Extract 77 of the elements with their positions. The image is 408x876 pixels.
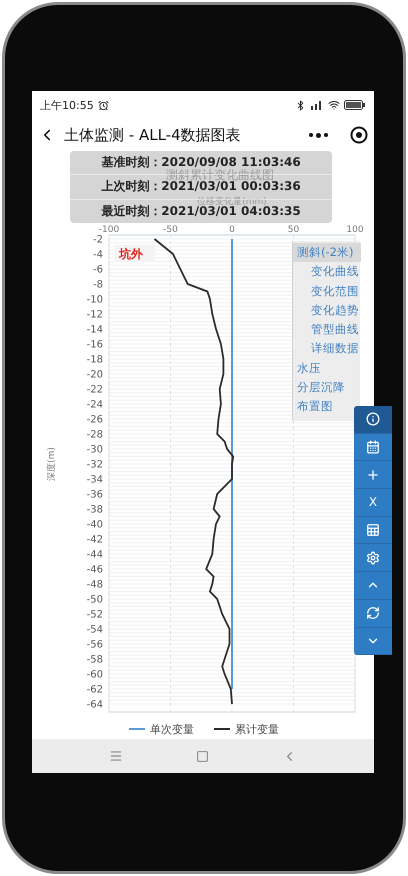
target-icon[interactable] <box>350 126 368 144</box>
settings-icon <box>366 550 380 565</box>
tool-button[interactable] <box>354 600 392 628</box>
y-tick-label: -58 <box>86 654 103 666</box>
legend-label: 单次变量 <box>150 723 194 736</box>
y-tick-label: -30 <box>86 444 103 456</box>
y-tick-label: -2 <box>93 234 103 246</box>
x-axis-label: 位移变化量(mm) <box>197 197 267 207</box>
y-axis-label: 深度(m) <box>47 447 57 481</box>
y-tick-label: -20 <box>86 370 103 380</box>
spreadsheet-icon <box>366 523 380 538</box>
tool-button[interactable] <box>354 406 392 434</box>
y-tick-label: -42 <box>86 534 103 546</box>
submenu-item[interactable]: 管型曲线 <box>293 320 359 340</box>
submenu-item[interactable]: 变化范围 <box>293 282 359 301</box>
tool-button[interactable] <box>354 434 392 462</box>
y-tick-label: -38 <box>86 504 103 516</box>
chart-title: 测斜累计变化曲线图 <box>166 168 274 182</box>
y-tick-label: -50 <box>86 594 103 606</box>
y-tick-label: -56 <box>86 640 103 650</box>
y-tick-label: -48 <box>86 580 103 590</box>
y-tick-label: -14 <box>86 324 103 336</box>
y-tick-label: -44 <box>86 550 103 560</box>
y-tick-label: -36 <box>86 490 103 500</box>
y-tick-label: -12 <box>86 310 103 320</box>
menu-icon[interactable] <box>108 749 123 763</box>
menu-item[interactable]: 分层沉降 <box>293 378 345 398</box>
y-tick-label: -22 <box>86 384 103 396</box>
status-time: 上午10:55 <box>40 98 94 112</box>
x-tick-label: 50 <box>288 225 300 235</box>
y-tick-label: -4 <box>93 250 103 260</box>
time-info: 基准时刻：2020/09/08 11:03:46 <box>101 156 301 170</box>
y-tick-label: -62 <box>86 684 103 696</box>
y-tick-label: -64 <box>86 700 103 710</box>
y-tick-label: -8 <box>93 280 103 290</box>
menu-item[interactable]: 测斜(-2米) <box>293 243 362 262</box>
submenu-item[interactable]: 详细数据 <box>293 339 359 359</box>
refresh-icon <box>366 606 380 620</box>
signal-icon <box>310 100 324 110</box>
time-info: 最近时刻：2021/03/01 04:03:35 <box>101 204 301 218</box>
alarm-icon <box>98 100 109 110</box>
home-icon[interactable] <box>196 750 209 762</box>
y-tick-label: -10 <box>86 294 103 306</box>
y-tick-label: -40 <box>86 520 103 530</box>
y-tick-label: -16 <box>86 340 103 350</box>
battery-icon <box>344 100 366 110</box>
y-tick-label: -46 <box>86 564 103 576</box>
calendar-icon <box>366 440 380 454</box>
y-tick-label: -34 <box>86 474 103 486</box>
y-tick-label: -26 <box>86 414 103 426</box>
info-icon <box>366 412 380 426</box>
submenu-item[interactable]: 变化趋势 <box>293 300 359 320</box>
zone-label: 坑外 <box>119 247 143 261</box>
x-tick-label: -100 <box>98 225 120 235</box>
legend-label: 累计变量 <box>235 723 279 736</box>
tool-button[interactable] <box>354 516 392 544</box>
menu-item[interactable]: 布置图 <box>293 397 333 417</box>
submenu-item[interactable]: 变化曲线 <box>293 262 359 282</box>
page-title: 土体监测 - ALL-4数据图表 <box>64 126 241 144</box>
y-tick-label: -60 <box>86 670 103 680</box>
x-tick-label: 100 <box>346 225 364 235</box>
y-tick-label: -32 <box>86 460 103 470</box>
plus-icon <box>366 468 380 482</box>
y-tick-label: -18 <box>86 354 103 366</box>
bluetooth-icon <box>295 100 306 110</box>
x-tick-label: 0 <box>229 225 235 235</box>
y-tick-label: -28 <box>86 430 103 440</box>
y-tick-label: -6 <box>93 264 103 276</box>
tool-button[interactable] <box>354 544 392 572</box>
y-tick-label: -52 <box>86 610 103 620</box>
menu-item[interactable]: 水压 <box>293 358 321 378</box>
y-tick-label: -54 <box>86 624 103 636</box>
x-tick-label: -50 <box>163 225 178 235</box>
time-info: 上次时刻：2021/03/01 00:03:36 <box>101 180 301 194</box>
y-tick-label: -24 <box>86 400 103 410</box>
tool-button[interactable] <box>354 628 392 656</box>
close-button[interactable]: X <box>354 489 392 517</box>
